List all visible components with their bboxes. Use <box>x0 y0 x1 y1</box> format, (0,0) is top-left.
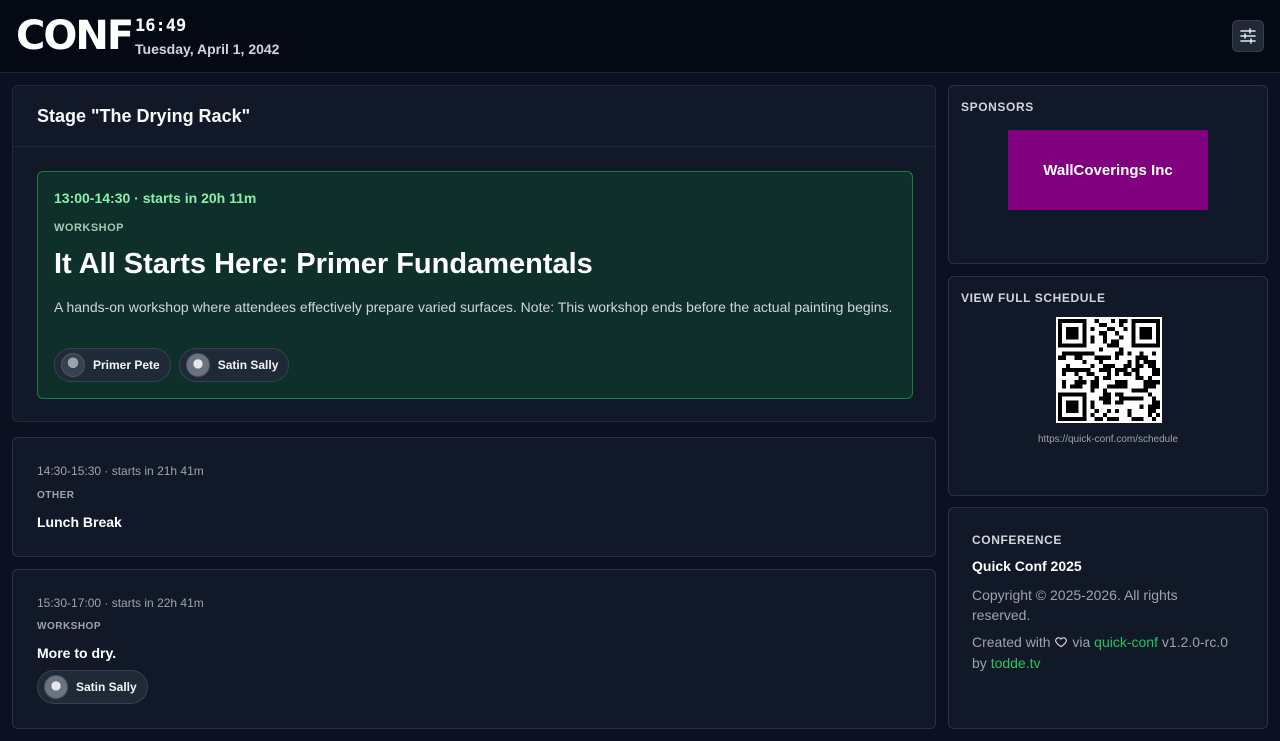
conference-label: CONFERENCE <box>972 533 1063 547</box>
avatar <box>185 353 210 377</box>
avatar <box>61 353 85 377</box>
clock-date: Tuesday, April 1, 2042 <box>135 41 280 57</box>
clock-time: 16:49 <box>135 16 187 36</box>
schedule-label: VIEW FULL SCHEDULE <box>961 291 1106 305</box>
stage-title: Stage "The Drying Rack" <box>37 106 251 126</box>
conference-name: Quick Conf 2025 <box>972 558 1082 574</box>
settings-button[interactable] <box>1232 20 1264 52</box>
speaker-chip[interactable]: Satin Sally <box>178 348 290 382</box>
session-type: WORKSHOP <box>37 621 101 632</box>
credits-text: Created with via quick-conf v1.2.0-rc.0 … <box>972 632 1232 674</box>
sponsors-label: SPONSORS <box>961 100 1034 114</box>
session-card[interactable]: 15:30-17:00 · starts in 22h 41m WORKSHOP… <box>12 569 936 729</box>
sponsor-name: WallCoverings Inc <box>1043 161 1173 179</box>
speaker-list: Satin Sally <box>37 670 148 704</box>
sponsor-logo[interactable]: WallCoverings Inc <box>1008 130 1208 210</box>
conf-logo: CONF <box>16 13 134 59</box>
speaker-name: Satin Sally <box>76 680 137 694</box>
session-time: 14:30-15:30 · starts in 21h 41m <box>37 464 204 478</box>
by-text: by <box>972 655 987 671</box>
divider <box>13 146 935 147</box>
current-session-card[interactable]: 13:00-14:30 · starts in 20h 11m WORKSHOP… <box>37 171 913 399</box>
session-title: Lunch Break <box>37 514 122 530</box>
sliders-icon <box>1240 28 1256 44</box>
app-header: CONF 16:49 Tuesday, April 1, 2042 <box>0 0 1280 73</box>
speaker-list: Primer Pete Satin Sally <box>54 348 290 382</box>
quick-conf-link[interactable]: quick-conf <box>1094 634 1158 650</box>
speaker-chip[interactable]: Satin Sally <box>37 670 148 704</box>
created-with-text: Created with <box>972 634 1051 650</box>
session-card[interactable]: 14:30-15:30 · starts in 21h 41m OTHER Lu… <box>12 437 936 557</box>
copyright-text: Copyright © 2025-2026. All rights reserv… <box>972 587 1178 623</box>
schedule-panel: VIEW FULL SCHEDULE https://quick-conf.co… <box>948 276 1268 496</box>
version-text: v1.2.0-rc.0 <box>1161 634 1229 650</box>
qr-code-icon[interactable] <box>1056 317 1162 423</box>
author-link[interactable]: todde.tv <box>991 655 1041 671</box>
session-type: WORKSHOP <box>54 222 124 234</box>
session-title: It All Starts Here: Primer Fundamentals <box>54 248 593 280</box>
qr-code-graphic <box>1058 319 1160 421</box>
speaker-name: Satin Sally <box>217 358 279 372</box>
session-title: More to dry. <box>37 645 117 661</box>
sponsors-panel: SPONSORS WallCoverings Inc <box>948 85 1268 264</box>
via-text: via <box>1072 634 1091 650</box>
session-time: 13:00-14:30 · starts in 20h 11m <box>54 190 257 206</box>
avatar <box>44 675 68 699</box>
stage-panel: Stage "The Drying Rack" 13:00-14:30 · st… <box>12 85 936 422</box>
session-description: A hands-on workshop where attendees effe… <box>54 299 893 315</box>
speaker-name: Primer Pete <box>93 358 160 372</box>
session-type: OTHER <box>37 490 75 501</box>
heart-icon <box>1055 637 1068 648</box>
conference-panel: CONFERENCE Quick Conf 2025 Copyright © 2… <box>948 507 1268 729</box>
schedule-url[interactable]: https://quick-conf.com/schedule <box>949 434 1267 445</box>
session-time: 15:30-17:00 · starts in 22h 41m <box>37 596 204 610</box>
speaker-chip[interactable]: Primer Pete <box>54 348 171 382</box>
